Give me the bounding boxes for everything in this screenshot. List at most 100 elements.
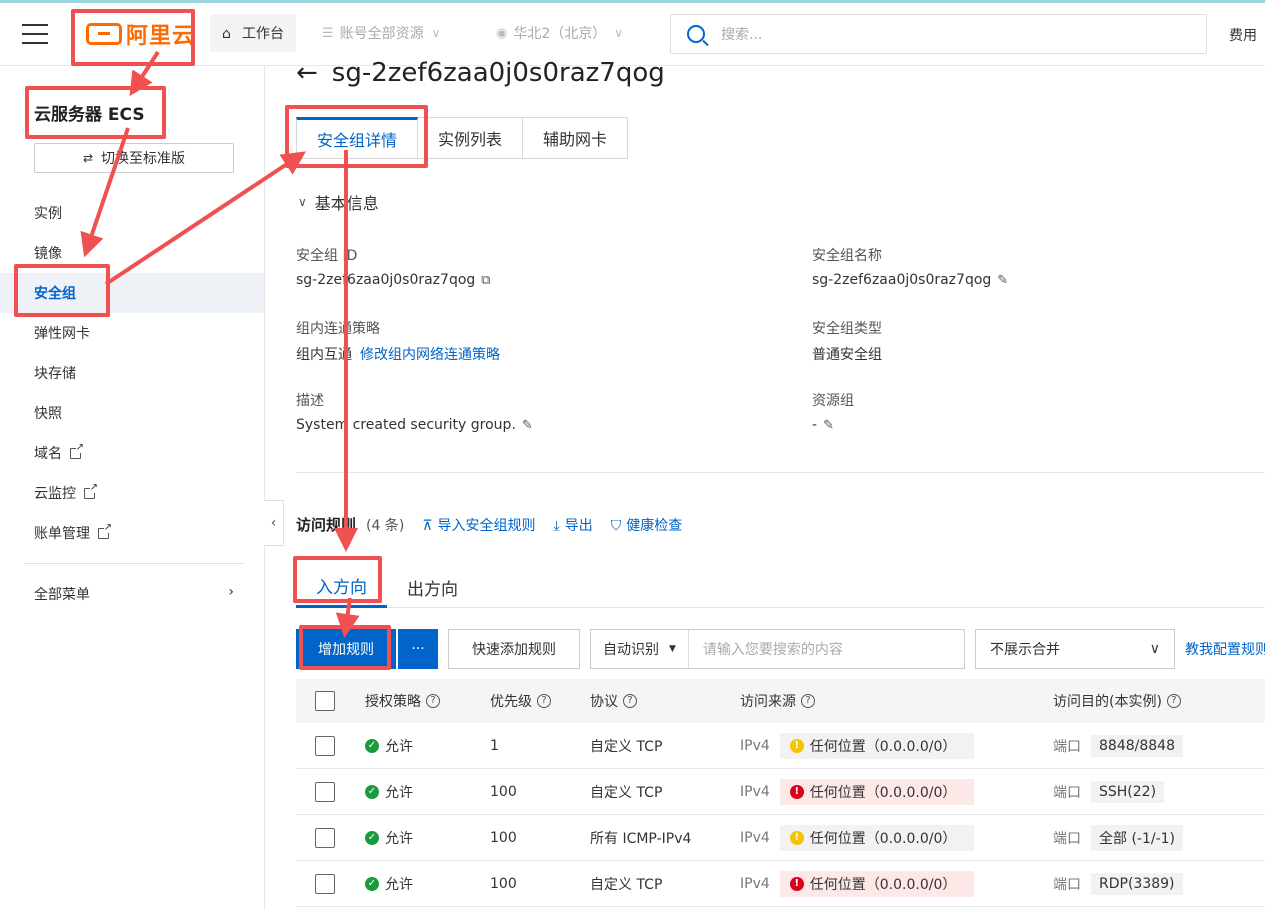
cell-priority: 100 [490, 829, 517, 846]
help-icon[interactable]: ? [623, 694, 637, 708]
tab-sg-details[interactable]: 安全组详情 [296, 117, 419, 159]
tab-instance-list[interactable]: 实例列表 [418, 117, 524, 159]
col-protocol: 协议? [590, 691, 637, 711]
shield-icon: ⛉ [610, 517, 622, 534]
sidebar-item-snapshots[interactable]: 快照 [0, 393, 264, 433]
download-icon: ⤓ [553, 517, 560, 534]
cell-source: IPv4 ! 任何位置（0.0.0.0/0） [740, 778, 975, 805]
col-source-label: 访问来源 [740, 694, 796, 710]
logo-text: 阿里云 [126, 24, 196, 49]
sidebar-item-block-storage[interactable]: 块存储 [0, 353, 264, 393]
switch-standard-button[interactable]: ⇄ 切换至标准版 [34, 143, 234, 173]
basic-info-toggle[interactable]: ∨ 基本信息 [298, 190, 379, 214]
menu-icon[interactable] [22, 24, 48, 44]
add-rule-button[interactable]: 增加规则 [296, 629, 396, 669]
section-divider [296, 472, 1265, 473]
copy-icon[interactable]: ⧉ [481, 273, 490, 288]
sidebar-collapse-button[interactable]: ‹ [264, 500, 284, 546]
source-text: 任何位置（0.0.0.0/0） [809, 876, 957, 893]
row-checkbox[interactable] [315, 781, 335, 802]
row-checkbox[interactable] [315, 735, 335, 756]
external-link-icon [98, 522, 112, 539]
aliyun-logo[interactable]: 阿里云 [86, 20, 196, 49]
table-row: ✓ 允许 100 所有 ICMP-IPv4 IPv4 ! 任何位置（0.0.0.0… [296, 815, 1265, 861]
tab-secondary-eni[interactable]: 辅助网卡 [523, 117, 629, 159]
health-check-link[interactable]: ⛉ 健康检查 [611, 515, 683, 535]
sg-id-value: sg-2zef6zaa0j0s0raz7qog [296, 272, 476, 288]
table-body: ✓ 允许 1 自定义 TCP IPv4 ! 任何位置（0.0.0.0/0） 端口 … [296, 723, 1265, 907]
cell-protocol: 自定义 TCP [590, 784, 663, 801]
policy-text: 允许 [385, 830, 413, 847]
policy-text: 允许 [385, 738, 413, 755]
teach-config-link[interactable]: 教我配置规则 [1185, 639, 1265, 659]
port-badge: 全部 (-1/-1) [1091, 824, 1184, 851]
ip-version: IPv4 [740, 783, 770, 800]
row-checkbox[interactable] [315, 873, 335, 894]
help-icon[interactable]: ? [537, 694, 551, 708]
rule-search-input[interactable]: 请输入您要搜索的内容 [689, 639, 843, 659]
external-link-icon [84, 482, 98, 499]
help-icon[interactable]: ? [1166, 694, 1181, 708]
quick-add-rule-button[interactable]: 快速添加规则 [448, 629, 580, 669]
search-type-select[interactable]: 自动识别 ▼ [591, 630, 689, 668]
help-icon[interactable]: ? [801, 694, 815, 708]
import-rules-label: 导入安全组规则 [437, 517, 536, 534]
cell-priority: 100 [490, 875, 517, 892]
direction-tabs: 入方向 出方向 [296, 566, 1265, 608]
check-circle-icon: ✓ [365, 876, 379, 891]
row-checkbox[interactable] [315, 827, 335, 848]
health-check-label: 健康检查 [626, 517, 683, 534]
sidebar-item-eni[interactable]: 弹性网卡 [0, 313, 264, 353]
export-link[interactable]: ⤓ 导出 [554, 515, 593, 535]
sidebar-item-instances[interactable]: 实例 [0, 193, 264, 233]
stack-icon: ☰ [322, 25, 334, 41]
edit-icon[interactable]: ✎ [997, 273, 1008, 288]
search-placeholder: 搜索... [721, 27, 763, 43]
workbench-button[interactable]: ⌂ 工作台 [210, 14, 296, 52]
ip-version: IPv4 [740, 875, 770, 892]
chevron-right-icon: › [228, 584, 234, 600]
export-label: 导出 [564, 517, 593, 534]
import-icon: ⊼ [422, 517, 433, 534]
sidebar-item-label: 块存储 [34, 366, 76, 382]
warning-icon: ! [789, 738, 804, 753]
sidebar-item-images[interactable]: 镜像 [0, 233, 264, 273]
error-icon: ! [789, 784, 804, 799]
tab-inbound[interactable]: 入方向 [296, 566, 387, 608]
cell-protocol: 所有 ICMP-IPv4 [590, 830, 692, 847]
help-icon[interactable]: ? [426, 694, 440, 708]
all-menu-item[interactable]: 全部菜单 › [34, 584, 234, 604]
resource-scope-select[interactable]: ☰ 账号全部资源 ∨ [322, 14, 440, 52]
fee-menu[interactable]: 费用 [1229, 25, 1257, 45]
external-link-icon [70, 442, 84, 459]
sidebar-item-domains[interactable]: 域名 [0, 433, 264, 473]
sg-type-label: 安全组类型 [812, 321, 882, 337]
sidebar-item-billing[interactable]: 账单管理 [0, 513, 264, 553]
source-text: 任何位置（0.0.0.0/0） [809, 830, 957, 847]
top-bar: 阿里云 ⌂ 工作台 ☰ 账号全部资源 ∨ ◉ 华北2（北京） ∨ 搜索... 费… [0, 0, 1265, 66]
chevron-down-icon: ∨ [298, 195, 307, 209]
modify-policy-link[interactable]: 修改组内网络连通策略 [360, 344, 500, 364]
resource-group-value-row: - ✎ [812, 417, 834, 433]
port-label: 端口 [1053, 784, 1081, 801]
tab-outbound[interactable]: 出方向 [387, 566, 478, 608]
back-arrow-icon[interactable]: ← [296, 58, 318, 88]
rule-search: 自动识别 ▼ 请输入您要搜索的内容 [590, 629, 965, 669]
sidebar-item-security-groups[interactable]: 安全组 [0, 273, 264, 313]
import-rules-link[interactable]: ⊼ 导入安全组规则 [422, 515, 535, 535]
source-badge: ! 任何位置（0.0.0.0/0） [779, 824, 975, 851]
select-all-checkbox[interactable] [315, 691, 335, 711]
table-row: ✓ 允许 100 自定义 TCP IPv4 ! 任何位置（0.0.0.0/0） 端… [296, 769, 1265, 815]
sidebar-item-cloud-monitor[interactable]: 云监控 [0, 473, 264, 513]
cell-dest: 端口 SSH(22) [1053, 780, 1165, 803]
description-value: System created security group. [296, 417, 516, 433]
region-select[interactable]: ◉ 华北2（北京） ∨ [496, 14, 623, 52]
edit-icon[interactable]: ✎ [823, 418, 834, 433]
merge-display-select[interactable]: 不展示合并 ∨ [975, 629, 1175, 669]
sidebar-item-label: 域名 [34, 446, 62, 462]
edit-icon[interactable]: ✎ [522, 418, 533, 433]
description-value-row: System created security group. ✎ [296, 417, 533, 433]
more-actions-button[interactable]: ··· [398, 629, 438, 669]
sidebar-divider [24, 563, 244, 564]
global-search-input[interactable]: 搜索... [670, 14, 1207, 54]
